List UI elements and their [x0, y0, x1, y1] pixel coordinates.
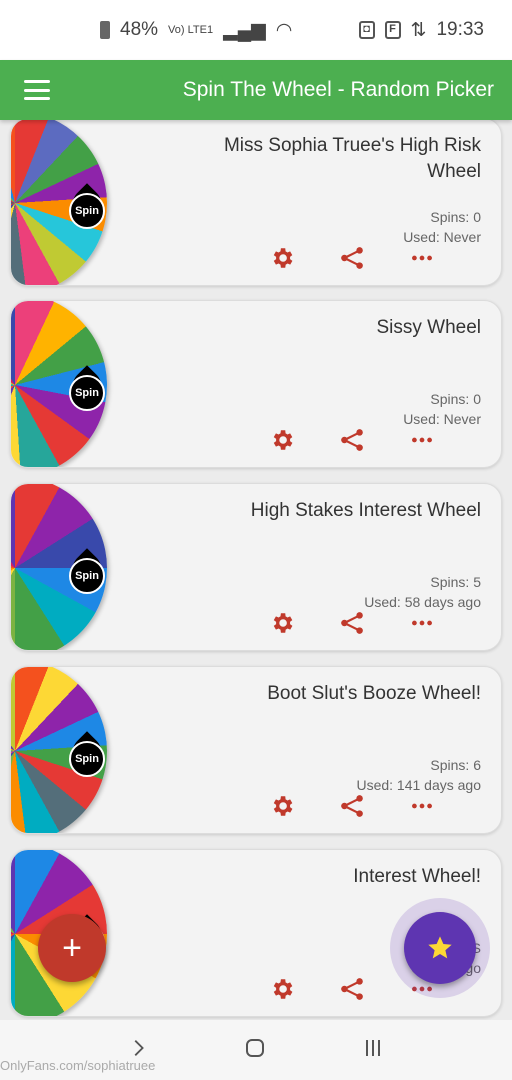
spin-button[interactable]: Spin: [67, 729, 107, 777]
sync-icon: ⇅: [410, 19, 427, 41]
wheel-used: Used: 58 days ago: [364, 594, 481, 610]
spin-button[interactable]: Spin: [67, 363, 107, 411]
wheel-used: Used: 141 days ago: [356, 777, 481, 793]
more-icon[interactable]: [409, 610, 435, 636]
wheel-title: Sissy Wheel: [376, 317, 481, 338]
gear-icon[interactable]: [269, 427, 295, 453]
signal-icon: ▂▄▆: [223, 19, 266, 41]
wheel-spins: Spins: 0: [430, 209, 481, 225]
spin-button[interactable]: Spin: [67, 181, 107, 229]
recents-icon[interactable]: [361, 1036, 385, 1065]
watermark: OnlyFans.com/sophiatruee: [0, 1058, 156, 1073]
battery-icon: [100, 21, 110, 39]
wheel-card[interactable]: Spin Miss Sophia Truee's High Risk Wheel…: [10, 118, 502, 286]
wheel-spins: Spins: 0: [430, 391, 481, 407]
card-actions: [269, 610, 435, 636]
wheel-title: Miss Sophia Truee's High Risk Wheel: [223, 135, 481, 182]
wheel-title: High Stakes Interest Wheel: [250, 500, 481, 521]
wheel-spins: Spins: 6: [430, 757, 481, 773]
star-icon: [428, 936, 452, 959]
favorite-button[interactable]: [404, 912, 476, 984]
add-wheel-button[interactable]: +: [38, 914, 106, 982]
spin-label: Spin: [69, 375, 105, 411]
flipboard-icon: F: [384, 21, 401, 39]
spin-button[interactable]: Spin: [67, 546, 107, 594]
menu-icon[interactable]: [24, 80, 50, 100]
home-icon[interactable]: [243, 1036, 267, 1065]
gear-icon[interactable]: [269, 976, 295, 1002]
wheel-used: Used: Never: [403, 229, 481, 245]
clock-time: 19:33: [436, 19, 484, 40]
gear-icon[interactable]: [269, 610, 295, 636]
status-bar: 48% Vo) LTE1 ▂▄▆ ◠ ◘ F ⇅ 19:33: [0, 0, 512, 60]
wheel-title: Interest Wheel!: [353, 866, 481, 887]
gear-icon[interactable]: [269, 245, 295, 271]
spin-label: Spin: [69, 741, 105, 777]
spin-label: Spin: [69, 558, 105, 594]
wheel-spins: Spins: 5: [430, 574, 481, 590]
share-icon[interactable]: [339, 245, 365, 271]
status-left: 48% Vo) LTE1 ▂▄▆ ◠: [100, 19, 292, 42]
card-actions: [269, 427, 435, 453]
wifi-icon: ◠: [275, 19, 293, 41]
wheel-title: Boot Slut's Booze Wheel!: [267, 683, 481, 704]
app-bar: Spin The Wheel - Random Picker: [0, 60, 512, 120]
notification-icon: ◘: [358, 21, 375, 39]
app-title: Spin The Wheel - Random Picker: [182, 78, 494, 101]
card-actions: [269, 793, 435, 819]
status-right: ◘ F ⇅ 19:33: [358, 19, 484, 42]
share-icon[interactable]: [339, 610, 365, 636]
wheel-used: Used: Never: [403, 411, 481, 427]
plus-icon: +: [62, 928, 82, 967]
more-icon[interactable]: [409, 245, 435, 271]
wheel-card[interactable]: Spin High Stakes Interest Wheel Spins: 5…: [10, 483, 502, 651]
gear-icon[interactable]: [269, 793, 295, 819]
wheel-card[interactable]: Spin Boot Slut's Booze Wheel! Spins: 6 U…: [10, 666, 502, 834]
more-icon[interactable]: [409, 793, 435, 819]
spin-label: Spin: [69, 193, 105, 229]
card-actions: [269, 245, 435, 271]
battery-percent: 48%: [120, 19, 159, 40]
share-icon[interactable]: [339, 976, 365, 1002]
network-label: Vo) LTE1: [168, 24, 214, 36]
share-icon[interactable]: [339, 793, 365, 819]
wheel-card[interactable]: Spin Sissy Wheel Spins: 0 Used: Never: [10, 300, 502, 468]
more-icon[interactable]: [409, 427, 435, 453]
share-icon[interactable]: [339, 427, 365, 453]
